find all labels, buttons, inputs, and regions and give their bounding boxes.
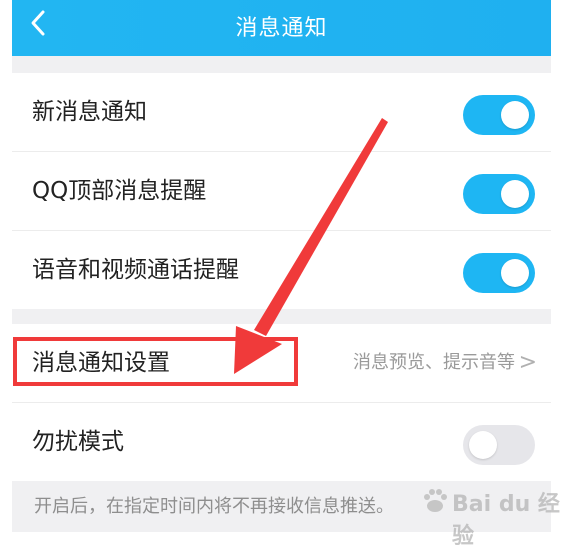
paw-icon [424,489,447,512]
watermark-text: Bai du 经验 [452,492,560,549]
page-title: 消息通知 [235,16,328,41]
setting-row-new-message[interactable]: 新消息通知 [12,73,551,152]
setting-label: 语音和视频通话提醒 [32,257,239,283]
setting-row-qq-top-alert[interactable]: QQ顶部消息提醒 [12,152,551,231]
setting-label: 新消息通知 [32,99,147,125]
toggle-knob [469,431,497,459]
toggle-knob [501,180,529,208]
setting-value: 消息预览、提示音等 [353,352,515,373]
toggle-knob [501,101,529,129]
settings-group-alerts: 新消息通知 QQ顶部消息提醒 语音和视频通话提醒 [12,73,551,309]
qq-top-alert-toggle[interactable] [463,174,535,214]
setting-row-do-not-disturb[interactable]: 勿扰模式 [12,403,551,481]
new-message-toggle[interactable] [463,95,535,135]
toggle-knob [501,259,529,287]
chevron-right-icon: > [518,350,537,375]
baidu-watermark: Bai du 经验 [420,474,560,549]
setting-label: QQ顶部消息提醒 [32,178,207,204]
annotation-highlight-box [13,337,298,386]
do-not-disturb-description: 开启后，在指定时间内将不再接收信息推送。 [34,496,394,517]
phone-screen: 消息通知 新消息通知 QQ顶部消息提醒 语音和视频通话提醒 消息通知设置 消息预… [12,0,551,532]
header-bar: 消息通知 [12,0,551,56]
voice-video-alert-toggle[interactable] [463,253,535,293]
setting-row-voice-video-alert[interactable]: 语音和视频通话提醒 [12,231,551,309]
setting-label: 勿扰模式 [32,429,124,455]
do-not-disturb-toggle[interactable] [463,425,535,465]
